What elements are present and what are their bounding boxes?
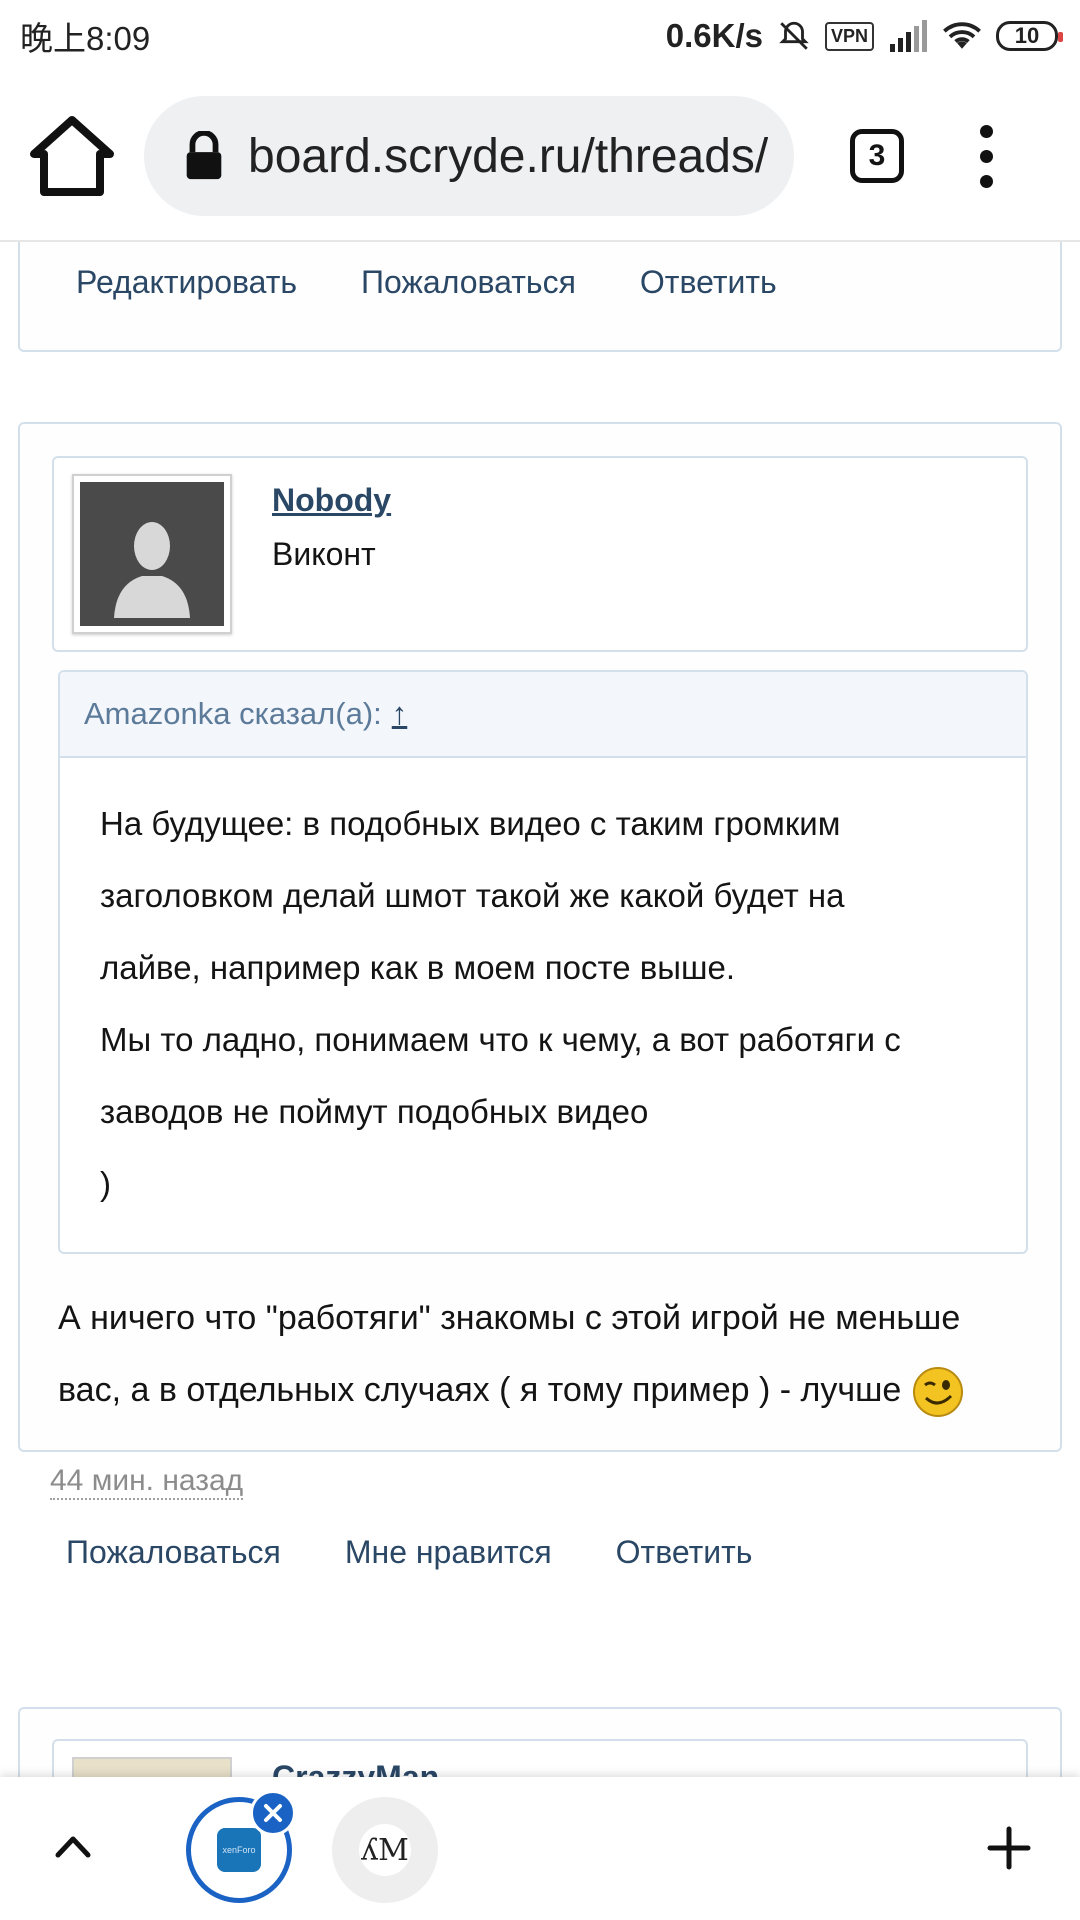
post-message: А ничего что "работяги" знакомы с этой и… bbox=[58, 1282, 1048, 1426]
status-time: 晚上8:09 bbox=[20, 20, 151, 57]
post-username[interactable]: Nobody bbox=[272, 482, 391, 519]
status-icons: 0.6K/s VPN 10 bbox=[665, 17, 1063, 55]
wink-smiley-icon bbox=[912, 1367, 963, 1418]
reply-button[interactable]: Ответить bbox=[616, 1534, 753, 1571]
quote-line: На будущее: в подобных видео с таким гро… bbox=[100, 805, 841, 842]
next-post: CrazzyMan bbox=[18, 1707, 1062, 1777]
signal-icon bbox=[890, 20, 927, 52]
quote-block: Amazonka сказал(а): ↑ На будущее: в подо… bbox=[58, 670, 1028, 1254]
post-user-box: Nobody Виконт bbox=[52, 456, 1028, 652]
home-button[interactable] bbox=[22, 106, 122, 206]
overflow-menu-icon[interactable] bbox=[976, 124, 996, 188]
browser-bottom-bar: xenForo ʎM bbox=[0, 1777, 1080, 1920]
url-bar[interactable]: board.scryde.ru/threads/ bbox=[144, 96, 794, 216]
quote-line: Мы то ладно, понимаем что к чему, а вот … bbox=[100, 1021, 901, 1058]
edit-button[interactable]: Редактировать bbox=[76, 264, 297, 301]
post-actions: Пожаловаться Мне нравится Ответить bbox=[66, 1534, 752, 1571]
quote-line: заводов не поймут подобных видео bbox=[100, 1093, 649, 1130]
tab-favicon: ʎM bbox=[359, 1824, 411, 1876]
post: Nobody Виконт Amazonka сказал(а): ↑ На б… bbox=[18, 422, 1062, 1570]
mute-alarm-icon bbox=[779, 21, 809, 50]
quote-line: лайве, например как в моем посте выше. bbox=[100, 949, 735, 986]
close-icon bbox=[264, 1804, 282, 1822]
reply-button[interactable]: Ответить bbox=[640, 264, 777, 301]
previous-post-footer: Редактировать Пожаловаться Ответить bbox=[18, 242, 1062, 352]
quote-line: ) bbox=[100, 1165, 111, 1202]
tabs-button[interactable]: 3 bbox=[850, 129, 904, 183]
post-timestamp[interactable]: 44 мин. назад bbox=[50, 1464, 244, 1500]
next-post-username[interactable]: CrazzyMan bbox=[272, 1759, 439, 1777]
xenforo-favicon: xenForo bbox=[217, 1828, 261, 1872]
tab-count: 3 bbox=[868, 139, 886, 172]
default-avatar-icon bbox=[114, 522, 190, 618]
new-tab-icon[interactable] bbox=[984, 1823, 1034, 1873]
previous-post-actions: Редактировать Пожаловаться Ответить bbox=[76, 264, 777, 301]
battery-indicator: 10 bbox=[996, 21, 1063, 51]
report-button[interactable]: Пожаловаться bbox=[66, 1534, 281, 1571]
wifi-icon bbox=[943, 22, 981, 49]
quote-line: заголовком делай шмот такой же какой буд… bbox=[100, 877, 845, 914]
avatar[interactable] bbox=[72, 1757, 232, 1777]
tab-button[interactable]: ʎM bbox=[332, 1797, 438, 1903]
chevron-up-icon[interactable] bbox=[48, 1821, 98, 1871]
avatar[interactable] bbox=[72, 474, 232, 634]
home-icon bbox=[30, 116, 114, 196]
report-button[interactable]: Пожаловаться bbox=[361, 264, 576, 301]
user-title: Виконт bbox=[272, 536, 376, 572]
quote-body: На будущее: в подобных видео с таким гро… bbox=[60, 758, 1026, 1220]
lock-icon bbox=[186, 131, 222, 180]
quote-jump-link[interactable]: ↑ bbox=[392, 696, 408, 732]
like-button[interactable]: Мне нравится bbox=[345, 1534, 552, 1571]
browser-toolbar: board.scryde.ru/threads/ 3 bbox=[0, 72, 1080, 242]
message-line: вас, а в отдельных случаях ( я тому прим… bbox=[58, 1354, 1048, 1426]
message-line: А ничего что "работяги" знакомы с этой и… bbox=[58, 1299, 961, 1337]
next-post-user-box: CrazzyMan bbox=[52, 1739, 1028, 1777]
status-bar: 晚上8:09 0.6K/s VPN 10 bbox=[0, 0, 1080, 72]
net-speed: 0.6K/s bbox=[665, 17, 763, 54]
quote-author: Amazonka сказал(а): bbox=[84, 696, 382, 731]
vpn-badge: VPN bbox=[824, 21, 874, 51]
page-content: Редактировать Пожаловаться Ответить Nobo… bbox=[0, 242, 1080, 1777]
url-text: board.scryde.ru/threads/ bbox=[248, 129, 769, 183]
close-tab-button[interactable] bbox=[250, 1790, 296, 1836]
quote-header: Amazonka сказал(а): ↑ bbox=[60, 672, 1026, 758]
